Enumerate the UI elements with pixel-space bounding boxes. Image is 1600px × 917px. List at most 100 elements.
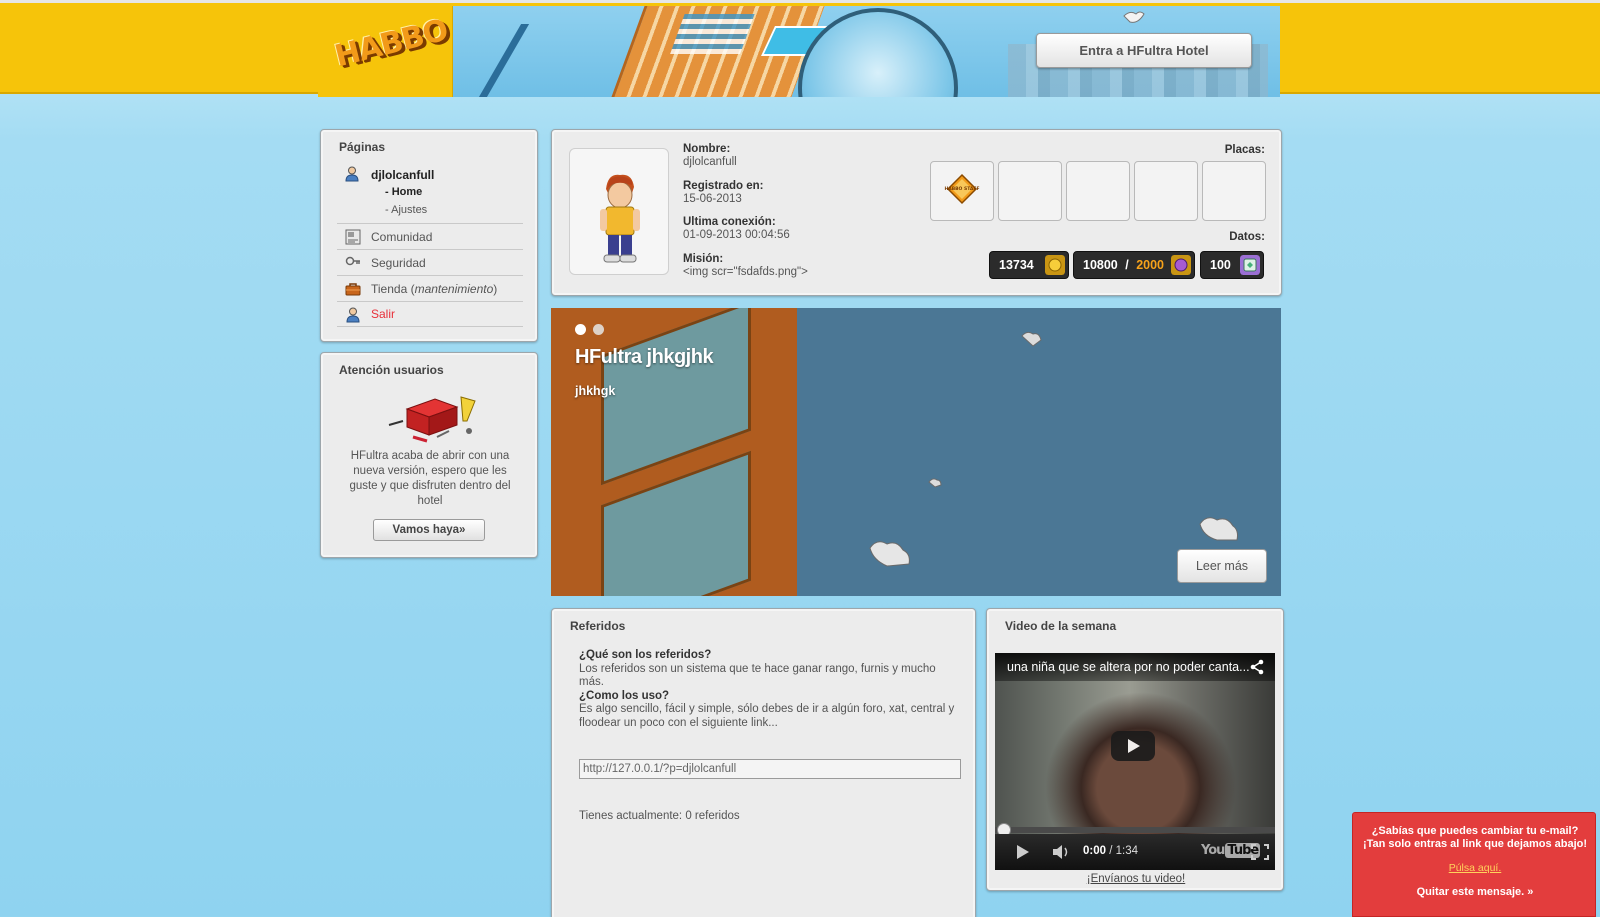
cloud-icon bbox=[1199, 517, 1238, 541]
youtube-logo-you: You bbox=[1201, 843, 1225, 858]
registrado-label: Registrado en: bbox=[683, 180, 764, 192]
duckets-separator: / bbox=[1121, 258, 1133, 272]
notice-line-1: ¿Sabías que puedes cambiar tu e-mail? bbox=[1371, 825, 1579, 837]
play-icon[interactable] bbox=[1017, 845, 1029, 859]
nav-item-seguridad[interactable]: Seguridad bbox=[337, 249, 523, 275]
badge-slot[interactable]: HABBO STAFF bbox=[930, 161, 994, 221]
notice-text: ¿Sabías que puedes cambiar tu e-mail? ¡T… bbox=[1357, 825, 1593, 851]
slider-title: HFultra jhkgjhk bbox=[575, 346, 714, 368]
referrals-count: Tienes actualmente: 0 referidos bbox=[579, 810, 740, 822]
pages-nav-panel: Páginas djlolcanfull - Home - Ajustes Co… bbox=[320, 129, 538, 342]
email-notice: ¿Sabías que puedes cambiar tu e-mail? ¡T… bbox=[1352, 812, 1596, 917]
toolbox-icon bbox=[388, 396, 476, 443]
slider-dot-1[interactable] bbox=[575, 324, 586, 335]
tienda-maintenance-label: mantenimiento bbox=[414, 281, 494, 296]
community-icon bbox=[345, 229, 361, 245]
slider-subtitle: jhkhgk bbox=[575, 384, 616, 398]
diamond-icon bbox=[1240, 255, 1260, 275]
news-slider: HFultra jhkgjhk jhkhgk Leer más bbox=[551, 308, 1281, 596]
video-name[interactable]: una niña que se altera por no poder cant… bbox=[1007, 660, 1250, 674]
profile-panel: Nombre: djlolcanfull Registrado en: 15-0… bbox=[551, 129, 1282, 296]
nav-sub-ajustes[interactable]: - Ajustes bbox=[385, 204, 427, 216]
tienda-label-tail: ) bbox=[493, 281, 498, 296]
referrals-answer-2: Es algo sencillo, fácil y simple, sólo d… bbox=[579, 703, 955, 729]
referral-link-input[interactable] bbox=[579, 759, 961, 779]
diamonds-pill: 100 bbox=[1200, 251, 1264, 279]
conexion-value: 01-09-2013 00:04:56 bbox=[683, 229, 790, 241]
video-controls: 0:00 / 1:34 You Tube bbox=[995, 834, 1275, 870]
enter-hotel-button[interactable]: Entra a HFultra Hotel bbox=[1036, 33, 1252, 68]
user-icon bbox=[345, 166, 359, 182]
nav-sub-home[interactable]: - Home bbox=[385, 186, 422, 198]
volume-icon[interactable] bbox=[1051, 843, 1071, 861]
nav-item-label: Tienda (mantenimiento) bbox=[371, 282, 497, 296]
cloud-icon bbox=[928, 478, 942, 488]
banner-wall bbox=[474, 24, 530, 97]
habbo-logo[interactable]: HABBO bbox=[318, 6, 453, 97]
cloud-icon bbox=[1021, 331, 1042, 347]
attention-text: HFultra acaba de abrir con una nueva ver… bbox=[349, 450, 511, 507]
nav-item-label: Salir bbox=[371, 307, 396, 321]
nav-item-label: Seguridad bbox=[371, 255, 426, 270]
slider-dot-2[interactable] bbox=[593, 324, 604, 335]
duckets-pill: 10800 / 2000 bbox=[1073, 251, 1195, 279]
fullscreen-icon[interactable] bbox=[1251, 844, 1269, 860]
badge-slot[interactable] bbox=[998, 161, 1062, 221]
avatar bbox=[569, 148, 669, 275]
key-icon bbox=[345, 256, 360, 266]
shop-icon bbox=[345, 283, 361, 296]
cloud-icon bbox=[869, 541, 910, 567]
conexion-label: Ultima conexión: bbox=[683, 216, 776, 228]
video-time: 0:00 / 1:34 bbox=[1083, 845, 1138, 857]
attention-title: Atención usuarios bbox=[339, 363, 444, 377]
user-icon bbox=[346, 307, 360, 323]
mision-label: Misión: bbox=[683, 253, 724, 265]
read-more-button[interactable]: Leer más bbox=[1177, 549, 1267, 583]
duckets-value: 10800 bbox=[1083, 258, 1118, 272]
staff-badge-icon: HABBO STAFF bbox=[944, 173, 980, 205]
notice-line-2: ¡Tan solo entras al link que dejamos aba… bbox=[1362, 838, 1588, 850]
tienda-label: Tienda ( bbox=[371, 281, 415, 296]
nav-item-comunidad[interactable]: Comunidad bbox=[337, 223, 523, 249]
video-player[interactable]: una niña que se altera por no poder cant… bbox=[995, 653, 1275, 870]
banner-habbo-globe bbox=[798, 8, 958, 97]
nombre-value: djlolcanfull bbox=[683, 156, 737, 168]
attention-panel: Atención usuarios HFultra acaba de abrir… bbox=[320, 352, 538, 558]
referrals-title: Referidos bbox=[570, 619, 626, 633]
time-current: 0:00 bbox=[1083, 845, 1107, 857]
badge-text: HABBO STAFF bbox=[944, 186, 979, 192]
credits-coin-icon bbox=[1045, 255, 1065, 275]
play-button[interactable] bbox=[1111, 731, 1155, 761]
nav-item-label: Comunidad bbox=[371, 229, 433, 244]
referrals-panel: Referidos ¿Qué son los referidos? Los re… bbox=[551, 608, 976, 917]
credits-value: 13734 bbox=[999, 258, 1034, 272]
logo-text: HABBO bbox=[331, 12, 452, 75]
time-total: / 1:34 bbox=[1106, 845, 1138, 857]
placas-label: Placas: bbox=[1224, 144, 1265, 156]
share-icon[interactable] bbox=[1249, 659, 1265, 675]
nav-item-tienda[interactable]: Tienda (mantenimiento) bbox=[337, 275, 523, 301]
video-title: Video de la semana bbox=[1005, 619, 1117, 633]
mision-value: <img scr="fsdafds.png"> bbox=[683, 266, 808, 278]
credits-pill: 13734 bbox=[989, 251, 1069, 279]
badge-slot[interactable] bbox=[1066, 161, 1130, 221]
duckets-icon bbox=[1171, 255, 1191, 275]
badge-slot[interactable] bbox=[1202, 161, 1266, 221]
referrals-question-1: ¿Qué son los referidos? bbox=[579, 649, 712, 661]
vamos-button[interactable]: Vamos haya» bbox=[373, 519, 485, 541]
registrado-value: 15-06-2013 bbox=[683, 193, 742, 205]
video-progress-bar[interactable] bbox=[995, 823, 1275, 837]
duckets-max: 2000 bbox=[1136, 258, 1164, 272]
datos-label: Datos: bbox=[1229, 231, 1265, 243]
nav-item-salir[interactable]: Salir bbox=[337, 301, 523, 327]
badge-slot[interactable] bbox=[1134, 161, 1198, 221]
dismiss-notice-button[interactable]: Quitar este mensaje. » bbox=[1353, 886, 1597, 898]
notice-link[interactable]: Púlsa aquí. bbox=[1353, 862, 1597, 874]
send-video-link[interactable]: ¡Envíanos tu video! bbox=[987, 873, 1285, 885]
video-title-bar: una niña que se altera por no poder cant… bbox=[995, 653, 1275, 681]
banner-bird-icon bbox=[1123, 11, 1145, 23]
referrals-question-2: ¿Como los uso? bbox=[579, 689, 670, 702]
referrals-answer-1: Los referidos son un sistema que te hace… bbox=[579, 662, 936, 689]
nombre-label: Nombre: bbox=[683, 143, 731, 155]
nav-user-name[interactable]: djlolcanfull bbox=[371, 168, 434, 182]
